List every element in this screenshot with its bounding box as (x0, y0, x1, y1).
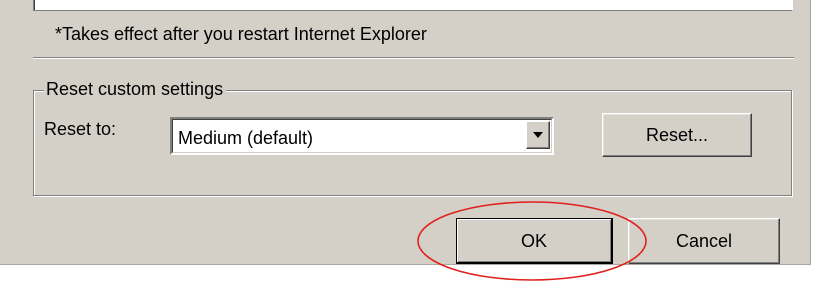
security-settings-dialog: *Takes effect after you restart Internet… (0, 0, 811, 265)
reset-to-dropdown-frame: Medium (default) (172, 119, 552, 153)
restart-note: *Takes effect after you restart Internet… (55, 24, 427, 44)
settings-list-bottom-edge[interactable] (33, 0, 793, 11)
reset-to-dropdown[interactable]: Medium (default) (170, 117, 554, 155)
chevron-down-icon (533, 132, 543, 138)
reset-button[interactable]: Reset... (602, 113, 752, 157)
separator-line (33, 57, 794, 59)
reset-to-selected-value: Medium (default) (178, 128, 314, 148)
cancel-button[interactable]: Cancel (628, 218, 780, 264)
dropdown-button[interactable] (526, 121, 550, 149)
ok-button[interactable]: OK (456, 218, 613, 264)
reset-group-title: Reset custom settings (44, 79, 227, 100)
reset-to-label: Reset to: (44, 119, 117, 139)
